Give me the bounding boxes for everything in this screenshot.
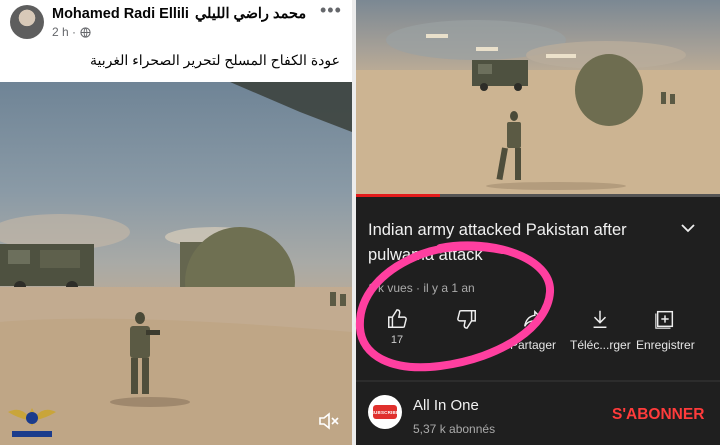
globe-icon bbox=[80, 26, 91, 38]
watermark-logo bbox=[8, 408, 56, 437]
post-caption: عودة الكفاح المسلح لتحرير الصحراء الغربي… bbox=[90, 52, 340, 68]
post-header: Mohamed Radi Ellili محمد راضي الليلي •••… bbox=[0, 0, 352, 80]
author-name-row: Mohamed Radi Ellili محمد راضي الليلي bbox=[52, 6, 322, 22]
speaker-muted-icon[interactable] bbox=[318, 412, 340, 430]
channel-name[interactable]: All In One bbox=[413, 397, 479, 414]
video-meta: 1 k vues · il y a 1 an bbox=[368, 281, 475, 295]
youtube-video-player[interactable] bbox=[356, 0, 720, 196]
more-options-icon[interactable]: ••• bbox=[320, 0, 342, 21]
video-title: Indian army attacked Pakistan after pulw… bbox=[368, 221, 627, 264]
progress-bar[interactable] bbox=[356, 194, 440, 197]
save-button[interactable]: Enregistrer bbox=[636, 308, 695, 352]
thumbs-down-icon bbox=[457, 310, 476, 329]
download-button[interactable]: Téléc...rger bbox=[570, 308, 631, 352]
youtube-panel: Indian army attacked Pakistan after pulw… bbox=[356, 0, 720, 445]
download-label: Téléc...rger bbox=[570, 338, 631, 352]
subscribe-button[interactable]: S'ABONNER bbox=[612, 406, 704, 424]
author-name-arabic[interactable]: محمد راضي الليلي bbox=[195, 6, 306, 22]
chevron-down-icon[interactable] bbox=[680, 222, 696, 234]
action-bar: 17 Partager Téléc...rger Enregistrer bbox=[356, 308, 720, 368]
save-label: Enregistrer bbox=[636, 338, 695, 352]
facebook-post: Mohamed Radi Ellili محمد راضي الليلي •••… bbox=[0, 0, 352, 445]
video-frame-scene bbox=[356, 20, 720, 196]
post-video[interactable] bbox=[0, 82, 352, 445]
share-button[interactable]: Partager bbox=[510, 308, 556, 352]
download-icon bbox=[593, 310, 607, 328]
author-name[interactable]: Mohamed Radi Ellili bbox=[52, 6, 189, 22]
section-divider bbox=[356, 380, 720, 382]
post-timestamp[interactable]: 2 h · bbox=[52, 25, 91, 39]
playlist-add-icon bbox=[655, 310, 674, 329]
author-avatar[interactable] bbox=[10, 5, 44, 39]
dislike-button[interactable] bbox=[456, 308, 478, 330]
channel-logo-text: SUBSCRIBE bbox=[371, 405, 399, 419]
video-frame-scene bbox=[0, 82, 352, 445]
post-time: 2 h · bbox=[52, 25, 77, 39]
share-label: Partager bbox=[510, 338, 557, 352]
like-button[interactable]: 17 bbox=[386, 308, 408, 346]
thumbs-up-icon bbox=[388, 309, 407, 328]
channel-avatar[interactable]: SUBSCRIBE bbox=[368, 395, 402, 429]
like-count: 17 bbox=[390, 334, 404, 346]
subscriber-count: 5,37 k abonnés bbox=[413, 422, 496, 436]
share-icon bbox=[524, 309, 543, 327]
